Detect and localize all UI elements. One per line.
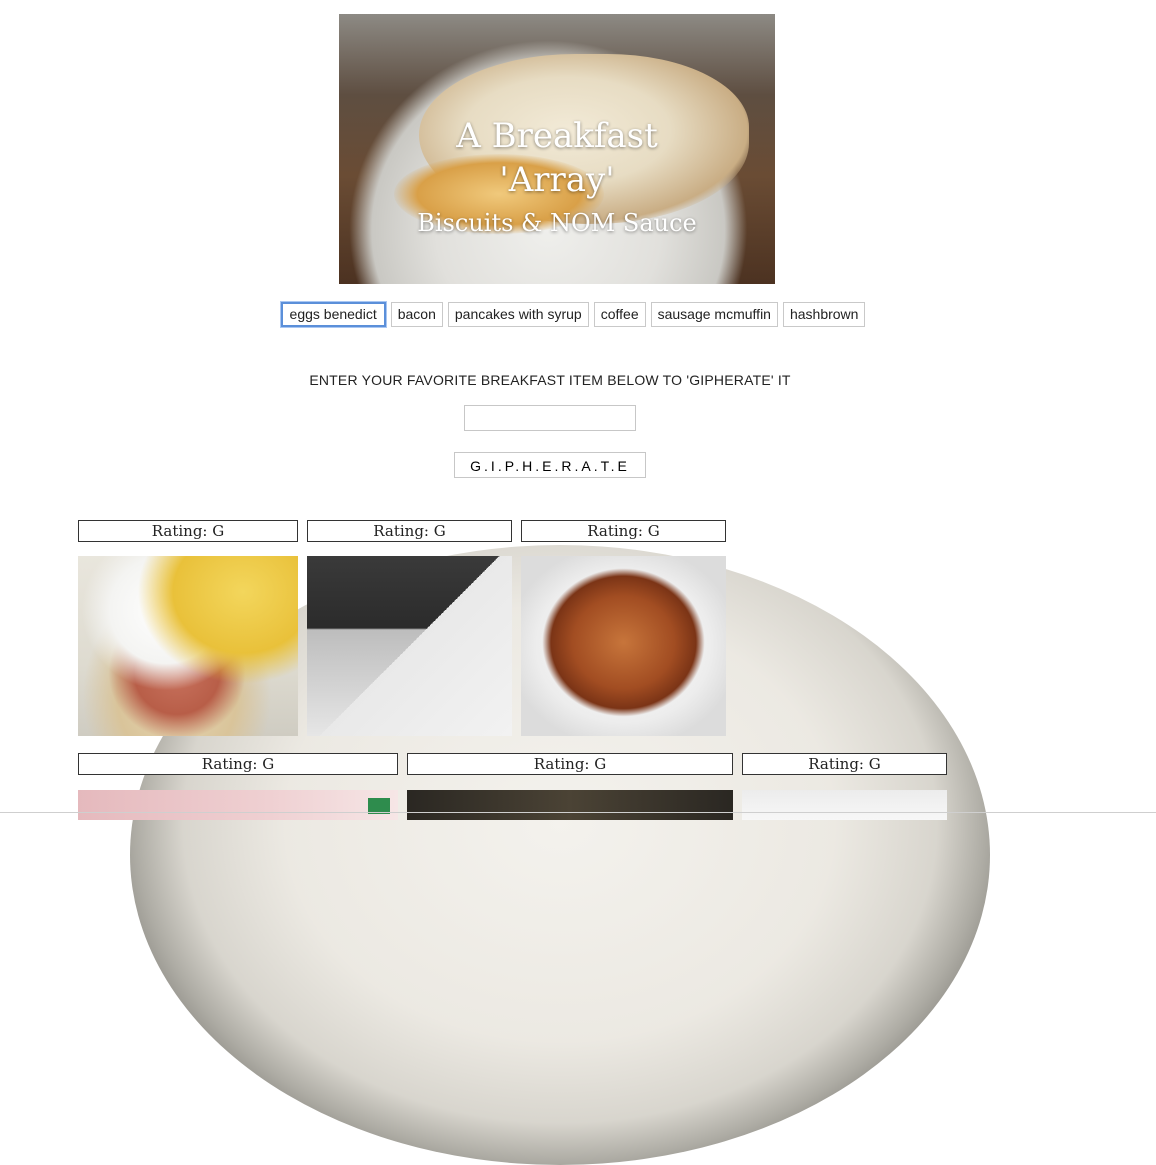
food-button-pancakes[interactable]: pancakes with syrup xyxy=(447,302,589,327)
gif-image[interactable] xyxy=(742,790,947,820)
form-prompt: ENTER YOUR FAVORITE BREAKFAST ITEM BELOW… xyxy=(309,372,791,388)
food-button-row: eggs benedict bacon pancakes with syrup … xyxy=(0,302,1156,327)
food-button-eggs-benedict[interactable]: eggs benedict xyxy=(280,302,386,327)
hero-title-line2: 'Array' xyxy=(499,160,615,200)
gif-image[interactable] xyxy=(407,790,733,820)
gif-rating: Rating: G xyxy=(407,753,733,775)
food-button-hashbrown[interactable]: hashbrown xyxy=(782,302,866,327)
gif-image[interactable] xyxy=(521,556,726,736)
hero-text: A Breakfast 'Array' Biscuits & NOM Sauce xyxy=(339,114,775,240)
gif-image[interactable] xyxy=(78,790,398,820)
food-button-bacon[interactable]: bacon xyxy=(390,302,443,327)
food-button-coffee[interactable]: coffee xyxy=(593,302,646,327)
gif-rating: Rating: G xyxy=(78,520,298,542)
food-button-sausage-mcmuffin[interactable]: sausage mcmuffin xyxy=(650,302,778,327)
hero-banner: A Breakfast 'Array' Biscuits & NOM Sauce xyxy=(339,14,775,284)
gif-rating: Rating: G xyxy=(742,753,947,775)
gif-image[interactable] xyxy=(78,556,298,736)
hero-title-line1: A Breakfast xyxy=(456,116,658,156)
gif-rating: Rating: G xyxy=(521,520,726,542)
breakfast-item-input[interactable] xyxy=(464,405,636,431)
hero-subtitle: Biscuits & NOM Sauce xyxy=(417,209,697,237)
gif-rating: Rating: G xyxy=(307,520,512,542)
gipherate-button[interactable]: G.I.P.H.E.R.A.T.E xyxy=(454,452,646,478)
gif-image[interactable] xyxy=(307,556,512,736)
gif-rating: Rating: G xyxy=(78,753,398,775)
